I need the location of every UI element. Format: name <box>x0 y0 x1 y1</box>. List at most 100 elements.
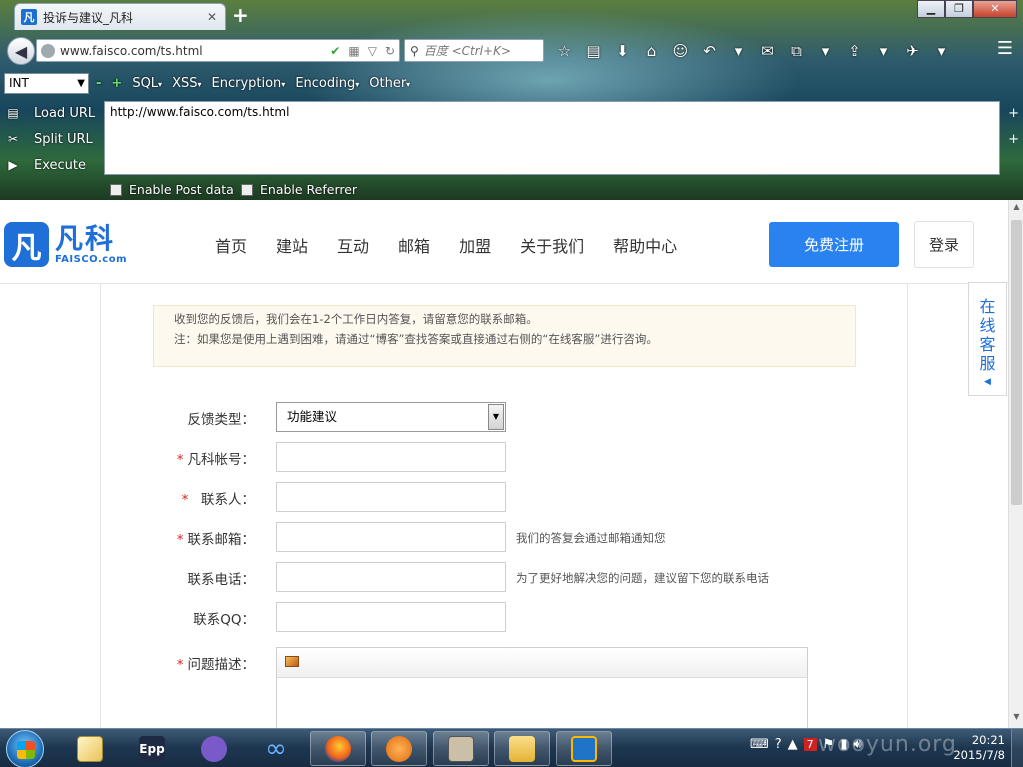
download-icon[interactable]: ⬇ <box>610 39 635 62</box>
email-label: * 联系邮箱： <box>176 532 255 548</box>
nav-site-builder[interactable]: 建站 <box>276 233 308 257</box>
upload-icon[interactable]: ⇪ <box>842 39 867 62</box>
feedback-type-select[interactable]: 功能建议 ▼ <box>276 402 506 432</box>
expand-plus-icon[interactable]: + <box>1008 106 1019 121</box>
browser-tab[interactable]: 凡 投诉与建议_凡科 ✕ <box>14 3 226 30</box>
taskbar-infinity-app[interactable]: ∞ <box>248 731 304 766</box>
hackbar-menu-other[interactable]: Other▾ <box>369 76 410 91</box>
taskbar-firefox[interactable] <box>310 731 366 766</box>
email-row: * 联系邮箱： 我们的答复会通过邮箱通知您 <box>101 522 909 552</box>
reading-list-icon[interactable]: ▤ <box>581 39 606 62</box>
minus-icon[interactable]: - <box>96 76 101 91</box>
globe-icon <box>41 43 55 58</box>
login-button[interactable]: 登录 <box>914 221 974 268</box>
url-text: www.faisco.com/ts.html <box>60 43 203 58</box>
chevron-down-icon[interactable]: ▼ <box>488 404 504 430</box>
load-url-button[interactable]: ▤ Load URL <box>4 102 100 124</box>
chat-icon[interactable]: ✉ <box>755 39 780 62</box>
notice-box: 收到您的反馈后，我们会在1-2个工作日内答复，请留意您的联系邮箱。 注：如果您是… <box>153 305 856 367</box>
dropdown-icon[interactable]: ▾ <box>871 39 896 62</box>
register-button[interactable]: 免费注册 <box>769 222 899 267</box>
start-button[interactable] <box>6 730 44 767</box>
screenshot-icon[interactable]: ⧉ <box>784 39 809 62</box>
show-desktop-button[interactable] <box>1011 729 1023 767</box>
star-icon[interactable]: ☆ <box>552 39 577 62</box>
feedback-type-value: 功能建议 <box>287 409 338 424</box>
online-service-tab[interactable]: 在线客服 ◀ <box>968 282 1007 396</box>
tools-icon[interactable]: ✈ <box>900 39 925 62</box>
scroll-up-icon[interactable]: ▲ <box>1009 202 1023 216</box>
dropdown-icon[interactable]: ▾ <box>726 39 751 62</box>
split-url-button[interactable]: ✂ Split URL <box>4 128 100 150</box>
taskbar-foxmail[interactable] <box>371 731 427 766</box>
help-icon[interactable]: ? <box>775 737 782 752</box>
nav-join[interactable]: 加盟 <box>459 233 491 257</box>
url-bar[interactable]: www.faisco.com/ts.html ✔ ▦ ▽ ↻ <box>36 39 400 62</box>
hackbar-menu-encoding[interactable]: Encoding▾ <box>295 76 359 91</box>
enable-post-checkbox[interactable]: Enable Post data <box>110 182 234 197</box>
search-input[interactable]: ⚲ 百度 <Ctrl+K> <box>404 39 544 62</box>
contact-input[interactable] <box>276 482 506 512</box>
tray-arrow-icon[interactable]: ▲ <box>788 737 798 752</box>
hackbar-menu-sql[interactable]: SQL▾ <box>132 76 162 91</box>
search-placeholder: 百度 <Ctrl+K> <box>423 44 511 58</box>
scroll-down-icon[interactable]: ▼ <box>1009 712 1023 726</box>
taskbar-cat-app[interactable] <box>186 731 242 766</box>
hackbar-url-textarea[interactable]: http://www.faisco.com/ts.html <box>104 101 1000 175</box>
insert-image-icon[interactable] <box>285 656 299 667</box>
hackbar-menu: - + SQL▾ XSS▾ Encryption▾ Encoding▾ Othe… <box>96 76 410 91</box>
navigation-toolbar: ◀ www.faisco.com/ts.html ✔ ▦ ▽ ↻ ⚲ 百度 <C… <box>0 34 1023 66</box>
web-page: 凡 凡科 FAISCO.com 首页 建站 互动 邮箱 加盟 关于我们 帮助中心… <box>0 200 1023 728</box>
hackbar-menu-encryption[interactable]: Encryption▾ <box>212 76 286 91</box>
notice-line-1: 收到您的反馈后，我们会在1-2个工作日内答复，请留意您的联系邮箱。 <box>174 312 538 326</box>
minimize-button[interactable]: ▁ <box>917 0 945 18</box>
nav-mail[interactable]: 邮箱 <box>398 233 430 257</box>
maximize-button[interactable]: ❐ <box>945 0 973 18</box>
taskbar-dark-app[interactable] <box>433 731 489 766</box>
app-tray-icon[interactable]: 7 <box>803 738 817 751</box>
back-arrow-icon[interactable]: ↶ <box>697 39 722 62</box>
new-tab-button[interactable]: + <box>232 4 249 26</box>
faisco-logo[interactable]: 凡 凡科 FAISCO.com <box>4 222 127 267</box>
smiley-icon[interactable]: ☺ <box>668 39 693 62</box>
taskbar-notepad[interactable] <box>62 731 118 766</box>
nav-home[interactable]: 首页 <box>215 233 247 257</box>
dropdown-icon[interactable]: ▽ <box>368 44 377 58</box>
nav-interactive[interactable]: 互动 <box>337 233 369 257</box>
home-icon[interactable]: ⌂ <box>639 39 664 62</box>
hackbar-type-select[interactable]: INT ▼ <box>4 73 89 94</box>
qq-row: 联系QQ： <box>101 602 909 632</box>
email-input[interactable] <box>276 522 506 552</box>
back-arrow-icon: ◀ <box>14 41 28 61</box>
menu-icon[interactable]: ☰ <box>993 38 1017 60</box>
reload-icon[interactable]: ↻ <box>385 44 395 58</box>
online-service-label: 在线客服 <box>979 297 996 373</box>
description-editor[interactable] <box>276 647 808 728</box>
plus-icon[interactable]: + <box>111 76 122 91</box>
keyboard-icon[interactable]: ⌨ <box>750 737 769 752</box>
split-icon: ✂ <box>7 132 19 146</box>
enable-referrer-checkbox[interactable]: Enable Referrer <box>241 182 357 197</box>
dropdown-icon[interactable]: ▾ <box>813 39 838 62</box>
phone-input[interactable] <box>276 562 506 592</box>
contact-label: * 联系人： <box>181 492 255 508</box>
nav-help[interactable]: 帮助中心 <box>613 233 677 257</box>
close-window-button[interactable]: ✕ <box>973 0 1017 18</box>
nav-about[interactable]: 关于我们 <box>520 233 584 257</box>
account-input[interactable] <box>276 442 506 472</box>
qq-input[interactable] <box>276 602 506 632</box>
page-scrollbar[interactable]: ▲ ▼ <box>1008 200 1023 728</box>
expand-plus-icon[interactable]: + <box>1008 132 1019 147</box>
back-button[interactable]: ◀ <box>7 37 35 65</box>
tab-close-icon[interactable]: ✕ <box>205 10 219 24</box>
infinity-icon: ∞ <box>265 733 287 764</box>
qr-code-icon[interactable]: ▦ <box>348 44 359 58</box>
taskbar-epp[interactable]: Epp <box>124 731 180 766</box>
execute-button[interactable]: ▶ Execute <box>4 154 100 176</box>
taskbar-explorer[interactable] <box>494 731 550 766</box>
dropdown-icon[interactable]: ▾ <box>929 39 954 62</box>
shield-icon[interactable]: ✔ <box>330 44 340 58</box>
taskbar-virtualbox[interactable] <box>556 731 612 766</box>
hackbar-menu-xss[interactable]: XSS▾ <box>172 76 201 91</box>
scroll-thumb[interactable] <box>1011 220 1022 505</box>
